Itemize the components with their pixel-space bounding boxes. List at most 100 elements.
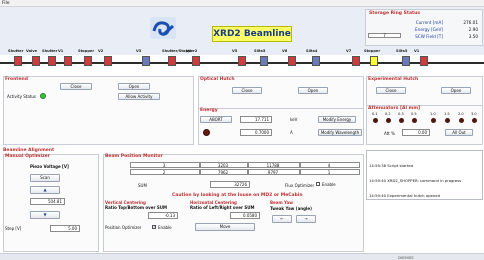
bpm-cell: 3 [130,162,200,168]
scan-button[interactable]: Scan [30,174,60,182]
energy-status-led [203,129,210,136]
wavelength-value-field[interactable]: 0.7000 [240,129,272,136]
attenuator-toggle[interactable] [445,118,450,123]
energy-ring-label: Energy [GeV] [415,27,443,32]
att-percent-label: Att % [384,131,395,136]
step-label: Step [V] [5,226,22,231]
valve-icon [64,56,72,66]
yaw-left-button[interactable]: ← [272,215,292,223]
ring-left-box: 7 [368,33,401,38]
arrow-left-icon: ← [280,216,284,221]
log-line: 14:59:40 Experimental hutch opened [369,193,441,198]
beamline-schematic: Shutter Valve Shutter V1 Stopper V2 V3 Shutter/… [0,48,484,74]
frontend-open-button[interactable]: Open [118,83,150,90]
attenuator-toggle[interactable] [412,118,417,123]
attenuator-value: 1.5 [444,112,450,116]
component-label: Stopper [364,49,381,53]
bpm-cell: 4 [300,162,360,168]
piezo-down-button[interactable]: ▼ [30,211,60,219]
bpm-cell: 11788 [248,162,300,168]
modify-energy-button[interactable]: Modify Energy [318,116,356,123]
position-optimizer-label: Position Optimizer [105,225,142,230]
component-label: Slits5 [254,49,266,53]
optical-close-button[interactable]: Close [232,87,262,94]
flux-enable-label: Enable [322,182,336,187]
component-label: Slits5 [396,49,408,53]
shutter-icon [48,56,56,66]
valve-icon [288,56,296,66]
scw-label: SCW Field [T] [415,34,443,39]
experimental-close-button[interactable]: Close [376,87,406,94]
bpm-cell: 3203 [200,162,248,168]
piezo-voltage-label: Piezo Voltage [V] [30,164,69,169]
attenuator-value: 0.2 [385,112,391,116]
attenuators-panel [366,105,483,145]
stopper-icon [168,56,176,66]
valve-icon [238,56,246,66]
allow-activity-button[interactable]: Allow Activity [118,93,160,100]
footer-text: DISMISS [398,255,414,260]
valve-icon [32,56,40,66]
attenuator-toggle[interactable] [472,118,477,123]
position-enable-label: Enable [158,225,172,230]
valve-icon [420,56,428,66]
modify-wavelength-button[interactable]: Modify Wavelength [318,129,362,136]
attenuator-toggle[interactable] [386,118,391,123]
attenuator-toggle[interactable] [399,118,404,123]
storage-ring-title: Storage Ring Status [369,11,421,16]
energy-ring-value: 2.90 [468,27,478,32]
attenuator-toggle[interactable] [431,118,436,123]
attenuator-toggle[interactable] [459,118,464,123]
bpm-cell: 2 [130,169,200,175]
attenuator-value: 0.3 [398,112,404,116]
activity-status-label: Activity Status [7,94,36,99]
component-label: Shutter [42,49,58,53]
energy-panel [198,108,364,145]
energy-value-field[interactable]: 17.711 [240,116,272,123]
arrow-right-icon: → [304,216,308,221]
abort-button[interactable]: ABORT [200,116,232,123]
experimental-hutch-title: Experimental Hutch [368,77,419,82]
current-value: 276.01 [463,20,478,25]
attenuator-toggle[interactable] [373,118,378,123]
attenuators-title: Attenuators [Al mm] [368,106,421,111]
valve-icon [352,56,360,66]
energy-unit: keV [290,117,298,122]
all-out-button[interactable]: All Out [445,129,473,136]
component-label: V1 [58,49,64,53]
bpm-title: Beam Position Monitor [105,154,163,159]
piezo-up-button[interactable]: ▲ [30,186,60,194]
sum-field: 32726 [210,181,250,188]
valve-icon [192,56,200,66]
component-label: V3 [136,49,142,53]
attenuator-value: 2.0 [458,112,464,116]
experimental-open-button[interactable]: Open [441,87,471,94]
piezo-readout-field: 504.81 [30,198,65,205]
horizontal-centering-label: Ratio of Left/Right over SUM [190,205,255,210]
activity-status-led [40,93,46,99]
component-label: Slits4 [306,49,318,53]
flux-enable-checkbox[interactable] [316,182,320,186]
flux-optimizer-label: Flux Optimizer [285,183,315,188]
page-title: XRD2 Beamline [212,26,292,42]
component-label: V2 [98,49,104,53]
valve-icon [142,56,150,66]
component-label: Shutter/Stopper2 [162,49,198,53]
optical-open-button[interactable]: Open [298,87,328,94]
manual-optimizer-title: Manual Optimizer [5,154,50,159]
bpm-cell: 1 [300,169,360,175]
slit-icon [260,56,268,66]
position-enable-checkbox[interactable]: ✓ [152,224,157,229]
menu-bar: File [0,0,484,7]
omega-swoosh-logo [150,17,176,39]
optical-hutch-title: Optical Hutch [200,77,235,82]
log-panel: 14:59:38 Script started 14:59:40 XRD2_SH… [366,150,483,200]
frontend-close-button[interactable]: Close [60,83,92,90]
status-bar: DISMISS [0,253,484,260]
check-icon: ✓ [153,224,157,229]
menu-file[interactable]: File [2,1,10,6]
step-field[interactable]: 5.00 [50,225,80,232]
yaw-right-button[interactable]: → [296,215,316,223]
move-button[interactable]: Move [195,223,255,231]
att-percent-field[interactable]: 0.00 [402,129,430,136]
